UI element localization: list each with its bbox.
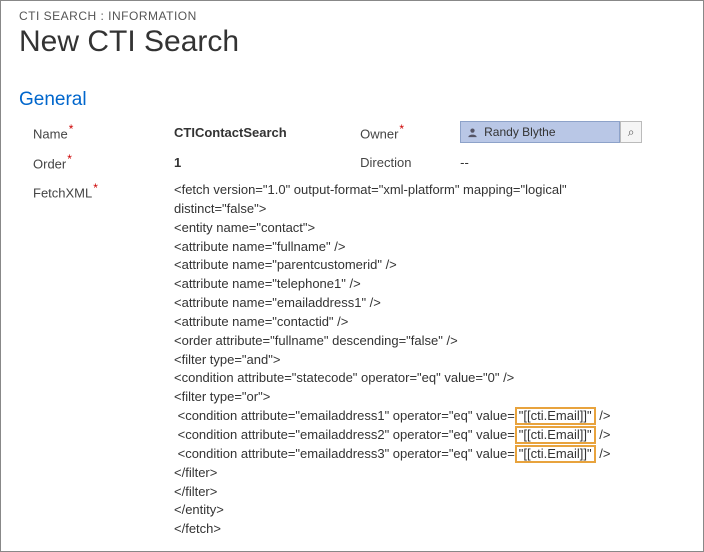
fetchxml-line: <attribute name="emailaddress1" /> <box>174 294 681 313</box>
fetchxml-line: <attribute name="parentcustomerid" /> <box>174 256 681 275</box>
fetchxml-line: <entity name="contact"> <box>174 219 681 238</box>
label-name: Name* <box>19 122 174 141</box>
fetchxml-line: <condition attribute="emailaddress2" ope… <box>174 426 681 445</box>
fetchxml-line: <attribute name="telephone1" /> <box>174 275 681 294</box>
required-mark: * <box>93 181 98 195</box>
lookup-button[interactable]: ⌕ <box>620 121 642 143</box>
owner-lookup-field[interactable]: Randy Blythe <box>460 121 620 143</box>
fetchxml-highlight: "[[cti.Email]]" <box>515 426 596 444</box>
required-mark: * <box>67 152 72 166</box>
value-name[interactable]: CTIContactSearch <box>174 125 360 140</box>
fetchxml-line: <filter type="or"> <box>174 388 681 407</box>
row-order: Order* 1 <box>19 151 360 173</box>
fetchxml-line: </filter> <box>174 464 681 483</box>
fetchxml-line: <attribute name="contactid" /> <box>174 313 681 332</box>
label-order: Order* <box>19 152 174 171</box>
fetchxml-line: <condition attribute="emailaddress3" ope… <box>174 445 681 464</box>
page-title: New CTI Search <box>19 25 685 59</box>
value-direction[interactable]: -- <box>460 155 685 170</box>
label-owner: Owner* <box>360 122 460 141</box>
fetchxml-line: <order attribute="fullname" descending="… <box>174 332 681 351</box>
fetchxml-line: <attribute name="fullname" /> <box>174 238 681 257</box>
fetchxml-content[interactable]: <fetch version="1.0" output-format="xml-… <box>174 181 685 539</box>
required-mark: * <box>69 122 74 136</box>
row-direction: Direction -- <box>360 151 685 173</box>
fetchxml-line: <condition attribute="emailaddress1" ope… <box>174 407 681 426</box>
fetchxml-line: </fetch> <box>174 520 681 539</box>
fetchxml-line: <filter type="and"> <box>174 351 681 370</box>
fetchxml-highlight: "[[cti.Email]]" <box>515 407 596 425</box>
breadcrumb: CTI SEARCH : INFORMATION <box>19 9 685 23</box>
row-owner: Owner* Randy Blythe ⌕ <box>360 121 685 143</box>
fetchxml-line: <condition attribute="statecode" operato… <box>174 369 681 388</box>
value-order[interactable]: 1 <box>174 155 360 170</box>
row-name: Name* CTIContactSearch <box>19 121 360 143</box>
fetchxml-line: <fetch version="1.0" output-format="xml-… <box>174 181 681 200</box>
label-direction: Direction <box>360 155 460 170</box>
fetchxml-line: </entity> <box>174 501 681 520</box>
fetchxml-highlight: "[[cti.Email]]" <box>515 445 596 463</box>
fetchxml-line: </filter> <box>174 483 681 502</box>
fetchxml-line: distinct="false"> <box>174 200 681 219</box>
owner-name: Randy Blythe <box>484 125 555 139</box>
label-fetchxml: FetchXML* <box>19 181 174 539</box>
search-icon: ⌕ <box>628 125 635 140</box>
person-icon <box>467 127 478 138</box>
required-mark: * <box>399 122 404 136</box>
section-general: General <box>19 89 685 111</box>
